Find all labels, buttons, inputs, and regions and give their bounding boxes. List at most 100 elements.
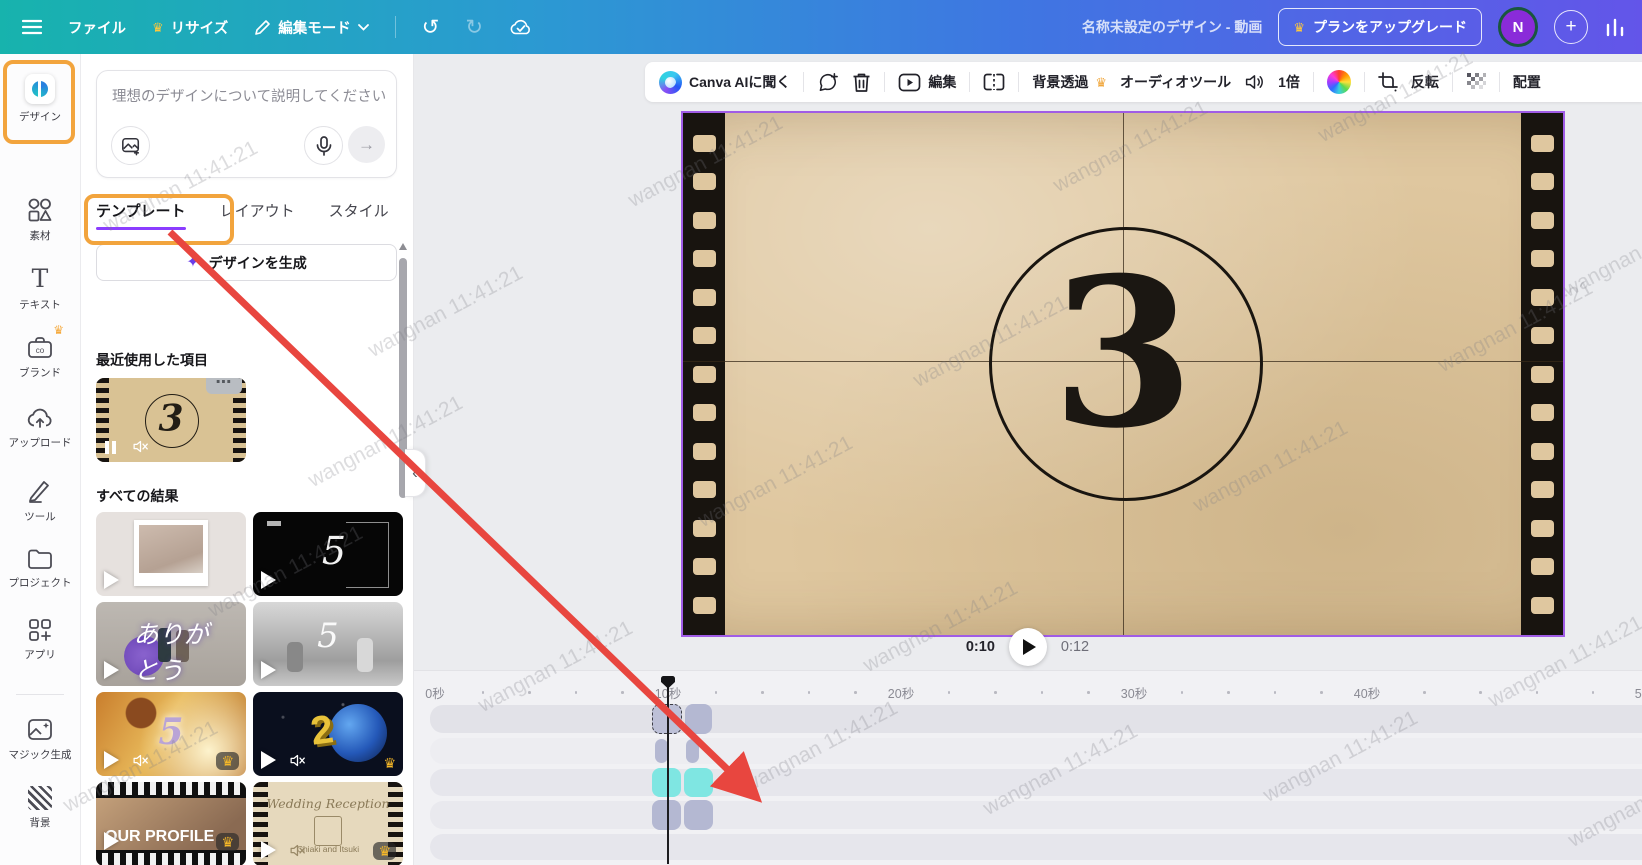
film-strip — [96, 782, 246, 798]
toolbar-divider — [1498, 72, 1500, 92]
total-duration: 0:12 — [1060, 639, 1090, 655]
background-pattern-icon — [28, 786, 52, 810]
sprocket-hole — [692, 250, 716, 267]
crop-button[interactable] — [1378, 72, 1398, 92]
tab-templates[interactable]: テンプレート — [96, 200, 186, 230]
comment-button[interactable] — [817, 72, 839, 93]
playback-bar: 0:10 0:12 — [413, 624, 1642, 670]
sprocket-hole — [1530, 365, 1554, 383]
recent-thumbnail-countdown3[interactable]: 3 ⋯ — [96, 378, 246, 462]
play-button[interactable] — [1008, 628, 1047, 666]
chevron-down-icon — [357, 23, 369, 31]
split-button[interactable] — [983, 73, 1005, 91]
gold-number: 2 — [307, 706, 337, 754]
timeline-clip[interactable] — [686, 739, 699, 763]
arrange-button[interactable]: 配置 — [1513, 72, 1541, 92]
template-thumbnail[interactable]: 5 — [253, 602, 403, 686]
timeline[interactable]: 0秒10秒20秒30秒40秒50秒 — [413, 670, 1642, 865]
ai-prompt-card[interactable]: 理想のデザインについて説明してください → — [96, 70, 397, 178]
sidebar-item-text[interactable]: T テキスト — [0, 266, 80, 312]
avatar[interactable]: N — [1498, 7, 1538, 47]
sidebar-item-projects[interactable]: プロジェクト — [0, 548, 80, 590]
ruler-tick — [1040, 691, 1044, 694]
crown-icon: ♛ — [152, 19, 164, 35]
playhead-handle[interactable] — [660, 675, 676, 689]
video-canvas[interactable]: 3 — [681, 111, 1565, 637]
panel-collapse-button[interactable]: ‹ — [405, 449, 426, 497]
play-icon — [104, 751, 119, 769]
add-member-button[interactable]: + — [1554, 10, 1588, 44]
add-image-button[interactable] — [111, 126, 150, 165]
background-remove-button[interactable]: 背景透過 ♛ — [1032, 72, 1107, 92]
template-thumbnail[interactable]: 2 ♛ — [253, 692, 403, 776]
document-title[interactable]: 名称未設定のデザイン - 動画 — [1082, 17, 1262, 37]
timeline-track[interactable] — [430, 769, 1642, 796]
ruler-tick — [1273, 691, 1277, 694]
muted-icon — [289, 843, 306, 858]
sidebar-item-design[interactable]: デザイン — [0, 74, 80, 124]
sidebar-item-background[interactable]: 背景 — [0, 786, 80, 830]
undo-button[interactable]: ↺ — [422, 15, 440, 40]
flip-button[interactable]: 反転 — [1411, 72, 1439, 92]
delete-button[interactable] — [852, 72, 871, 93]
tab-styles[interactable]: スタイル — [329, 200, 389, 230]
sidebar-item-elements[interactable]: 素材 — [0, 197, 80, 243]
ruler-tick — [481, 691, 485, 694]
upgrade-plan-button[interactable]: ♛ プランをアップグレード — [1278, 8, 1482, 46]
playback-speed-button[interactable]: 1倍 — [1278, 72, 1300, 92]
main-menu-button[interactable] — [22, 19, 42, 35]
arrange-label: 配置 — [1512, 74, 1541, 90]
film-strip — [96, 850, 246, 865]
frame-line — [346, 522, 389, 588]
edit-mode-button[interactable]: 編集モード — [254, 17, 369, 38]
timeline-track[interactable] — [430, 801, 1642, 829]
upgrade-plan-label: プランをアップグレード — [1313, 19, 1467, 35]
send-prompt-button[interactable]: → — [348, 126, 385, 163]
ruler-label: 30秒 — [1120, 687, 1148, 701]
sidebar-item-apps[interactable]: アプリ — [0, 618, 80, 662]
timeline-track[interactable] — [430, 705, 1642, 733]
generate-design-label: デザインを生成 — [208, 254, 307, 271]
timeline-clip-audio[interactable] — [684, 768, 713, 797]
sidebar-item-label: マジック生成 — [8, 749, 72, 761]
muted-icon — [132, 753, 149, 768]
transparency-button[interactable] — [1466, 72, 1486, 92]
sprocket-hole — [692, 211, 716, 229]
scrollbar-up-arrow[interactable] — [399, 243, 407, 250]
more-options-button[interactable]: ⋯ — [206, 378, 242, 394]
timeline-track[interactable] — [430, 738, 1642, 764]
color-picker-button[interactable] — [1326, 70, 1351, 94]
file-menu-button[interactable]: ファイル — [68, 17, 126, 38]
tab-layouts[interactable]: レイアウト — [220, 200, 295, 230]
playhead-line[interactable] — [667, 679, 669, 864]
video-edit-button[interactable]: 編集 — [898, 72, 956, 92]
volume-button[interactable] — [1244, 73, 1265, 91]
generate-design-button[interactable]: ✦ デザインを生成 — [96, 244, 397, 281]
photo — [139, 525, 203, 573]
voice-input-button[interactable] — [304, 126, 343, 165]
template-thumbnail[interactable] — [96, 512, 246, 596]
template-thumbnail[interactable]: Wedding Reception Chiaki and Itsuki ♛ — [253, 782, 403, 865]
stats-button[interactable] — [1604, 17, 1626, 37]
pro-crown-icon: ♛ — [383, 755, 396, 771]
template-thumbnail[interactable]: OUR PROFILE ♛ — [96, 782, 246, 865]
sidebar-item-label: 素材 — [29, 230, 51, 242]
timeline-clip[interactable] — [684, 800, 713, 830]
sidebar-item-brand[interactable]: ♛ co ブランド — [0, 324, 80, 380]
template-thumbnail[interactable]: 5 — [253, 512, 403, 596]
audio-tools-button[interactable]: オーディオツール — [1120, 72, 1231, 92]
timeline-track[interactable] — [430, 834, 1642, 860]
ask-canva-ai-button[interactable]: Canva AIに聞く — [659, 70, 790, 94]
canva-ai-icon — [659, 70, 682, 94]
sidebar-item-uploads[interactable]: アップロード — [0, 406, 80, 450]
sidebar-item-tools[interactable]: ツール — [0, 478, 80, 524]
redo-button[interactable]: ↻ — [465, 15, 483, 40]
sprocket-hole — [1530, 596, 1554, 614]
template-thumbnail[interactable]: ありがとう — [96, 602, 246, 686]
play-icon — [261, 571, 276, 589]
play-icon — [104, 571, 119, 589]
resize-button[interactable]: ♛ リサイズ — [152, 17, 228, 38]
template-thumbnail[interactable]: 5 ♛ — [96, 692, 246, 776]
sidebar-item-magic-generate[interactable]: マジック生成 — [0, 716, 80, 762]
timeline-clip[interactable] — [685, 704, 712, 734]
